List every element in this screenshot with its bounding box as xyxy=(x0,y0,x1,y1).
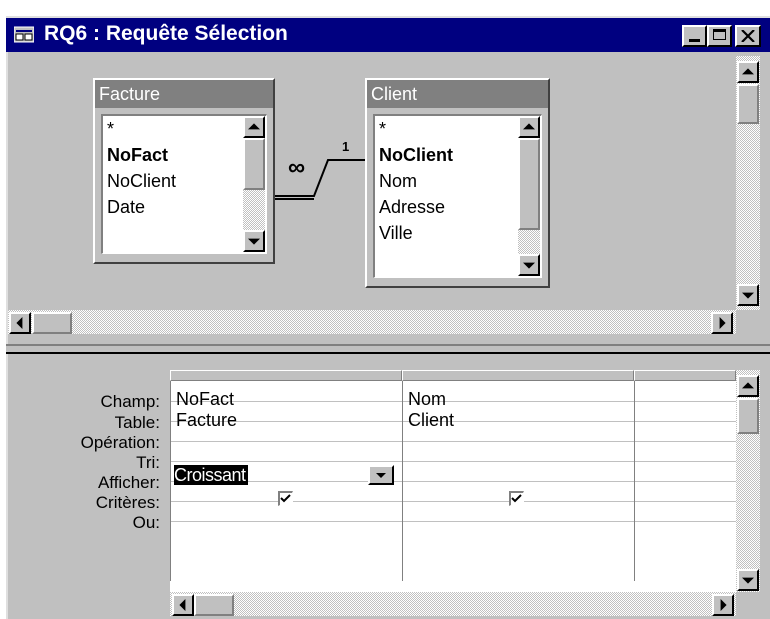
row-label-ou: Ou: xyxy=(132,513,160,532)
scroll-thumb[interactable] xyxy=(518,138,540,230)
scroll-thumb[interactable] xyxy=(737,84,759,124)
row-label-champ: Champ: xyxy=(100,392,160,411)
tri-selected-value[interactable]: Croissant xyxy=(174,465,248,485)
scroll-up-button[interactable] xyxy=(737,375,759,397)
scroll-left-button[interactable] xyxy=(172,594,194,616)
close-icon xyxy=(741,30,755,42)
row-label-afficher: Afficher: xyxy=(97,473,160,492)
scroll-thumb[interactable] xyxy=(194,594,234,616)
field-ville[interactable]: Ville xyxy=(375,220,541,246)
field-star[interactable]: * xyxy=(103,116,266,142)
table-title-client[interactable]: Client xyxy=(367,80,548,108)
scroll-down-button[interactable] xyxy=(737,569,759,591)
column-selector[interactable] xyxy=(634,370,736,381)
scroll-down-button[interactable] xyxy=(518,254,540,276)
title-bar[interactable]: RQ6 : Requête Sélection xyxy=(6,18,770,52)
table-pane-hscroll[interactable] xyxy=(8,310,736,334)
scroll-up-button[interactable] xyxy=(518,116,540,138)
checkmark-icon xyxy=(280,494,291,503)
afficher-checkbox-2[interactable] xyxy=(509,491,524,506)
table-box-client[interactable]: Client * NoClient Nom Adresse Ville xyxy=(365,78,550,288)
field-noclient[interactable]: NoClient xyxy=(103,168,266,194)
maximize-button[interactable] xyxy=(707,25,732,47)
many-side-symbol: ∞ xyxy=(288,154,306,181)
cell-table-2[interactable]: Client xyxy=(404,407,454,433)
pane-splitter[interactable] xyxy=(6,344,770,354)
one-side-symbol: 1 xyxy=(342,139,350,154)
relationship-line[interactable] xyxy=(270,140,370,210)
grid-hscroll[interactable] xyxy=(170,592,736,616)
close-button[interactable] xyxy=(735,25,761,47)
row-label-tri: Tri: xyxy=(136,453,160,472)
scroll-up-button[interactable] xyxy=(737,61,759,83)
row-label-operation: Opération: xyxy=(80,433,160,452)
query-icon xyxy=(13,25,35,43)
scroll-thumb[interactable] xyxy=(243,138,265,190)
field-star[interactable]: * xyxy=(375,116,541,142)
scroll-right-button[interactable] xyxy=(712,594,734,616)
scroll-up-button[interactable] xyxy=(243,116,265,138)
row-label-criteres: Critères: xyxy=(95,493,160,512)
minimize-button[interactable] xyxy=(682,25,707,47)
scroll-down-button[interactable] xyxy=(243,230,265,252)
tri-dropdown-button[interactable] xyxy=(368,465,394,485)
scroll-down-button[interactable] xyxy=(737,284,759,306)
field-list-facture[interactable]: * NoFact NoClient Date xyxy=(101,114,267,254)
column-selector[interactable] xyxy=(170,370,402,381)
scroll-thumb[interactable] xyxy=(32,312,72,334)
field-nofact[interactable]: NoFact xyxy=(103,142,266,168)
scroll-thumb[interactable] xyxy=(737,398,759,434)
table-title-facture[interactable]: Facture xyxy=(95,80,273,108)
table-box-facture[interactable]: Facture * NoFact NoClient Date xyxy=(93,78,275,264)
afficher-checkbox-1[interactable] xyxy=(278,491,293,506)
minimize-icon xyxy=(689,39,700,42)
field-nom[interactable]: Nom xyxy=(375,168,541,194)
cell-tri-1[interactable]: Croissant xyxy=(172,465,400,485)
column-selector[interactable] xyxy=(402,370,634,381)
field-date[interactable]: Date xyxy=(103,194,266,220)
maximize-icon xyxy=(713,29,726,40)
field-adresse[interactable]: Adresse xyxy=(375,194,541,220)
scroll-right-button[interactable] xyxy=(711,312,733,334)
checkmark-icon xyxy=(511,494,522,503)
field-noclient[interactable]: NoClient xyxy=(375,142,541,168)
row-label-table: Table: xyxy=(114,413,160,432)
scroll-left-button[interactable] xyxy=(9,312,31,334)
field-list-client[interactable]: * NoClient Nom Adresse Ville xyxy=(373,114,542,278)
window-title: RQ6 : Requête Sélection xyxy=(44,22,288,45)
cell-table-1[interactable]: Facture xyxy=(172,407,237,433)
